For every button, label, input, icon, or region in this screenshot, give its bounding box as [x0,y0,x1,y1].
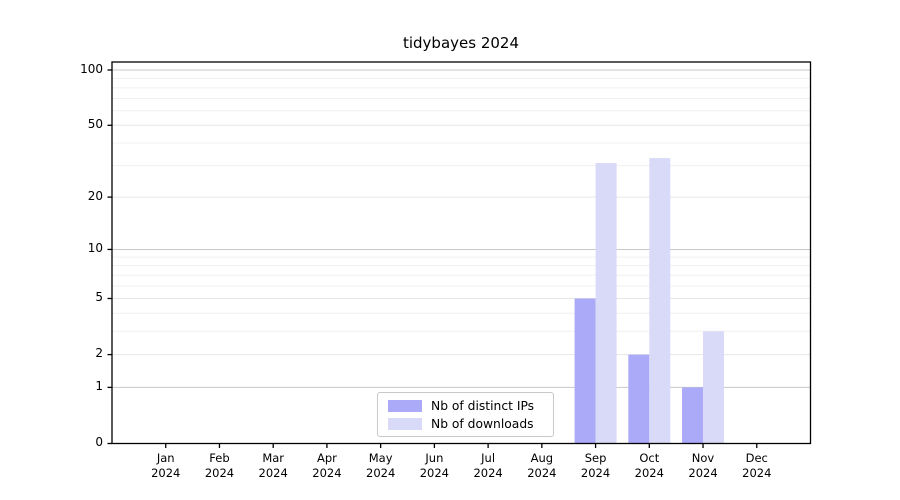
y-tick-label-5: 5 [58,290,103,304]
x-tick-label-nov: Nov 2024 [673,451,733,482]
bar-distinct-ips-oct [628,355,649,444]
legend-entry-downloads: Nb of downloads [388,417,543,431]
bar-downloads-sep [596,163,617,443]
x-tick-label-sep: Sep 2024 [566,451,626,482]
legend-label-downloads: Nb of downloads [431,417,534,431]
y-tick-label-0: 0 [58,435,103,449]
bar-distinct-ips-sep [575,298,596,443]
x-tick-label-jan: Jan 2024 [136,451,196,482]
y-tick-label-20: 20 [58,189,103,203]
x-tick-label-apr: Apr 2024 [297,451,357,482]
chart-figure: tidybayes 2024 0 1 2 5 10 20 50 100 Jan 2024Feb … [0,0,900,500]
x-tick-label-may: May 2024 [351,451,411,482]
chart-title: tidybayes 2024 [112,34,810,52]
legend: Nb of distinct IPs Nb of downloads [377,392,554,437]
legend-label-distinct-ips: Nb of distinct IPs [431,399,534,413]
x-tick-label-feb: Feb 2024 [189,451,249,482]
y-tick-label-1: 1 [58,379,103,393]
y-tick-label-2: 2 [58,346,103,360]
x-tick-label-jun: Jun 2024 [404,451,464,482]
x-tick-label-jul: Jul 2024 [458,451,518,482]
bar-distinct-ips-nov [682,387,703,443]
x-tick-label-oct: Oct 2024 [619,451,679,482]
x-tick-label-dec: Dec 2024 [727,451,787,482]
y-tick-label-10: 10 [58,241,103,255]
bar-downloads-oct [649,158,670,443]
y-tick-label-50: 50 [58,117,103,131]
bar-downloads-nov [703,331,724,443]
legend-swatch-distinct-ips [388,400,422,412]
legend-entry-distinct-ips: Nb of distinct IPs [388,399,543,413]
x-tick-label-mar: Mar 2024 [243,451,303,482]
x-tick-label-aug: Aug 2024 [512,451,572,482]
y-tick-label-100: 100 [58,62,103,76]
legend-swatch-downloads [388,418,422,430]
